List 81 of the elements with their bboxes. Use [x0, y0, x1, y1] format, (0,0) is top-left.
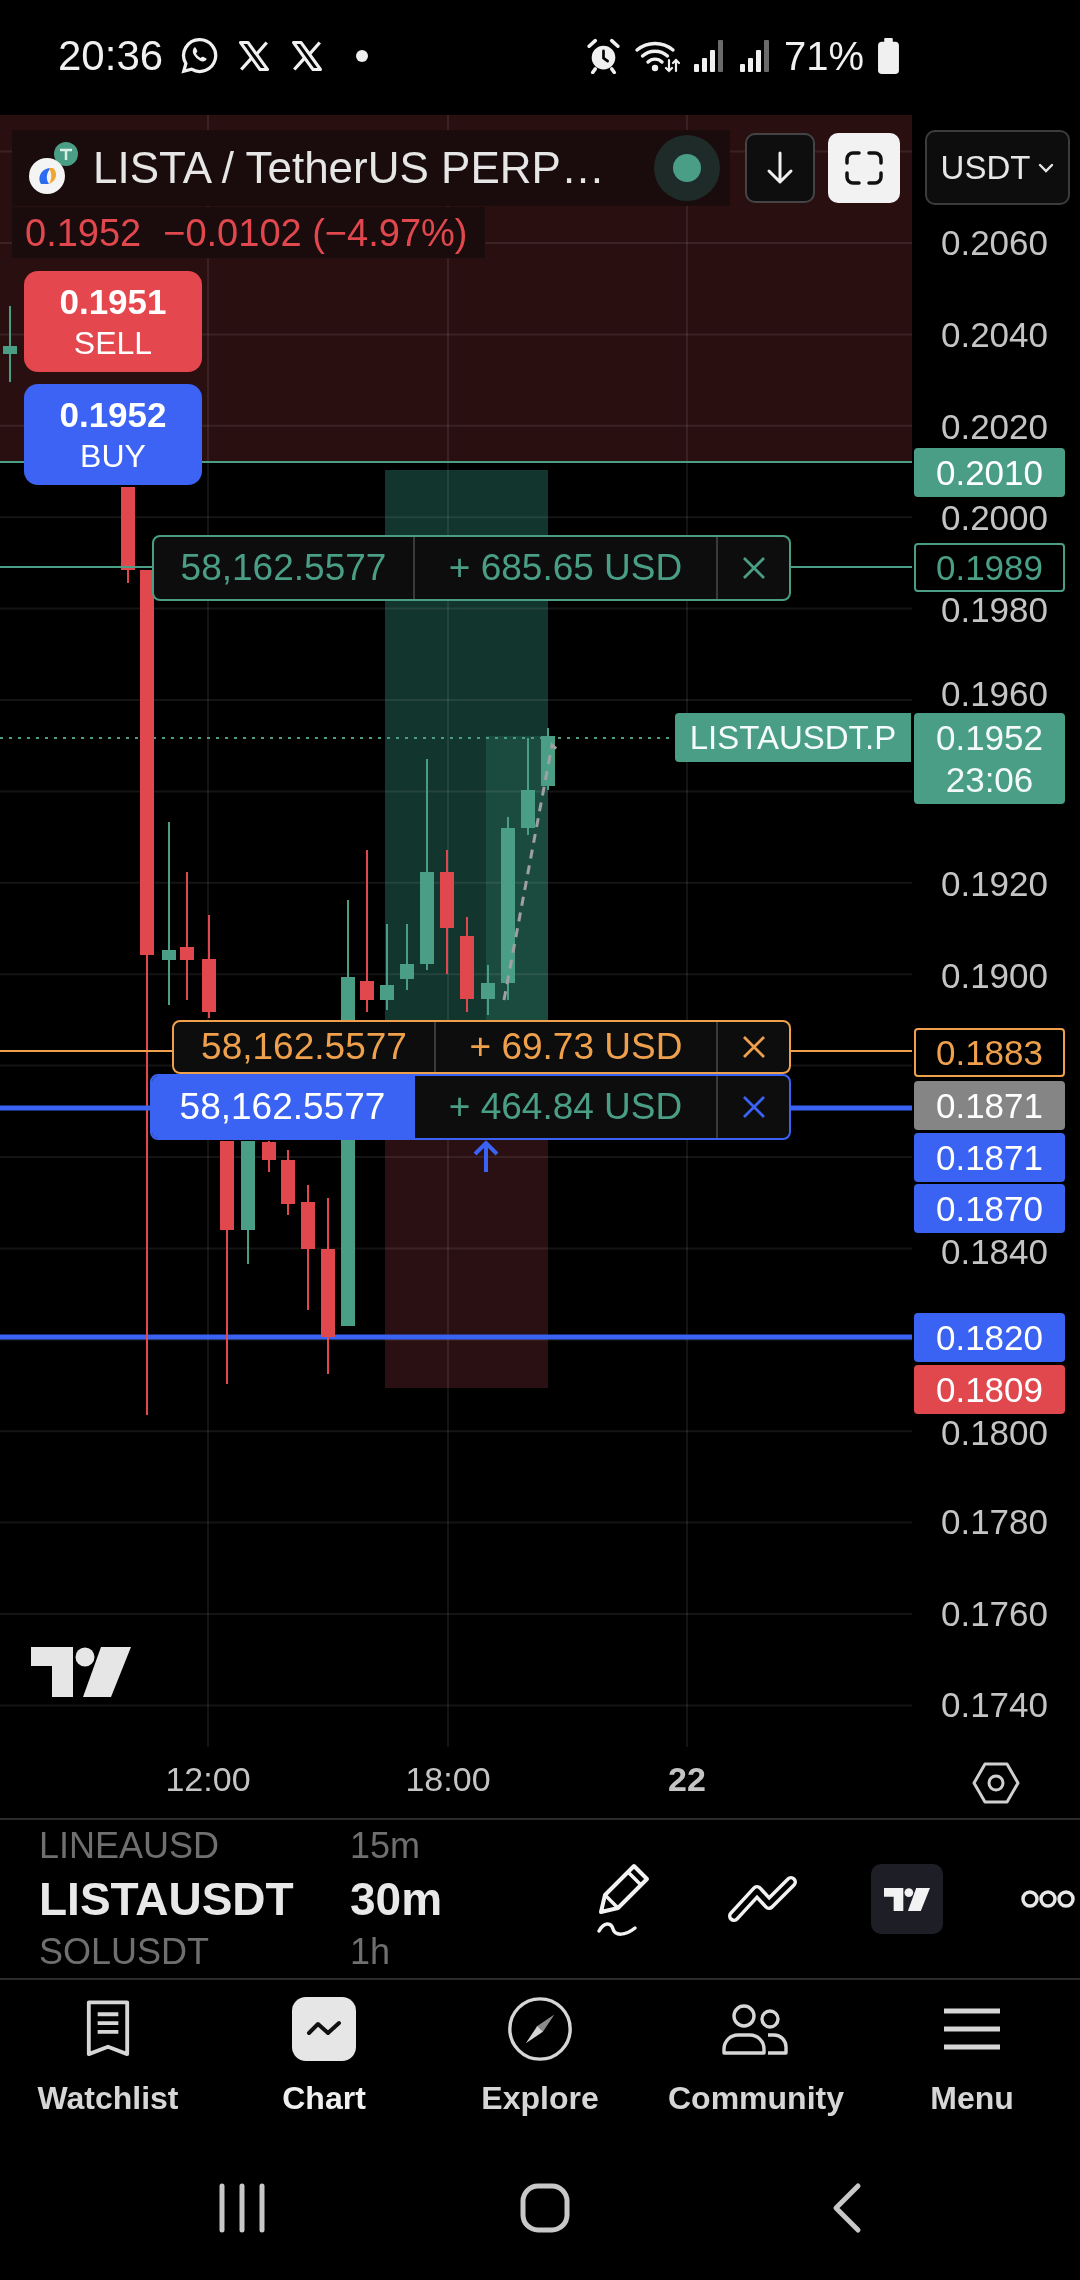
logo-icon	[884, 1887, 930, 1911]
price-tick-label: 0.1920	[940, 866, 1048, 902]
price-tick-label: 0.1800	[940, 1415, 1048, 1451]
arrow-down-icon	[765, 151, 795, 185]
price-tick-label: 0.2020	[940, 409, 1048, 445]
price-tag: 0.1871	[914, 1133, 1065, 1182]
bearish-candle	[281, 1150, 295, 1215]
battery-percent: 71%	[783, 32, 864, 80]
logo-button[interactable]	[871, 1864, 943, 1934]
last-price: 0.1952	[25, 210, 142, 255]
status-time: 20:36	[58, 31, 164, 80]
battery-icon	[876, 36, 901, 75]
order-label[interactable]: 58,162.5577 + 69.73 USD	[172, 1020, 791, 1074]
coin-logo-icon	[27, 140, 81, 196]
time-tick-label: 22	[668, 1759, 706, 1799]
dot-icon	[356, 49, 369, 62]
symbol-price-label: LISTAUSDT.P	[675, 713, 911, 762]
fullscreen-icon	[844, 150, 884, 186]
time-tick-label: 12:00	[165, 1759, 251, 1799]
time-tick-label: 18:00	[405, 1759, 491, 1799]
nav-tab[interactable]: Watchlist	[0, 1980, 216, 2148]
order-pnl: + 464.84 USD	[447, 1085, 684, 1129]
symbol-row[interactable]: SOLUSDT 1h	[39, 1931, 572, 1973]
alarm-clock-icon	[584, 37, 622, 74]
order-label[interactable]: 58,162.5577 + 685.65 USD	[152, 535, 791, 601]
zigzag-line-icon[interactable]	[727, 1873, 799, 1925]
bullish-candle	[400, 924, 414, 990]
price-tick-label: 0.2060	[940, 225, 1048, 261]
status-dot-icon[interactable]	[654, 135, 720, 201]
nav-tab[interactable]: Explore	[432, 1980, 648, 2148]
menu-icon	[942, 2006, 1002, 2052]
price-tag: 0.1820	[914, 1313, 1065, 1362]
order-quantity: 58,162.5577	[152, 1076, 415, 1138]
price-tick-label: 0.1780	[940, 1504, 1048, 1540]
countdown-label: 23:06	[945, 758, 1034, 801]
price-tick-label: 0.1740	[940, 1687, 1048, 1723]
price-tag: 0.1809	[914, 1365, 1065, 1414]
price-tick-label: 0.1980	[940, 592, 1048, 628]
chat-bubble-icon	[180, 36, 220, 75]
price-change: −0.0102 (−4.97%)	[163, 210, 468, 255]
more-icon[interactable]	[1021, 1889, 1076, 1909]
signal-icon	[737, 37, 772, 74]
nav-tab[interactable]: Menu	[864, 1980, 1080, 2148]
price-tick-label: 0.1760	[940, 1596, 1048, 1632]
order-label[interactable]: 58,162.5577 + 464.84 USD	[150, 1074, 791, 1140]
order-quantity: 58,162.5577	[174, 1022, 436, 1072]
settings-icon[interactable]	[972, 1760, 1020, 1805]
symbol-row[interactable]: LINEAUSD 15m	[39, 1825, 572, 1867]
logo-icon	[31, 1647, 131, 1697]
price-tick-label: 0.1960	[940, 676, 1048, 712]
symbol-title: LISTA / TetherUS PERP…	[93, 142, 605, 194]
order-quantity: 58,162.5577	[154, 537, 415, 599]
sell-button[interactable]: 0.1951 SELL	[24, 271, 202, 372]
currency-dropdown[interactable]: USDT	[925, 130, 1070, 205]
chevron-down-icon	[1038, 162, 1055, 173]
buy-button[interactable]: 0.1952 BUY	[24, 384, 202, 485]
down-arrow-button[interactable]	[745, 133, 815, 203]
price-tick-label: 0.1840	[940, 1234, 1048, 1270]
nav-tab[interactable]: Community	[648, 1980, 864, 2148]
symbol-row[interactable]: LISTAUSDT 30m	[39, 1867, 572, 1931]
order-pnl: + 69.73 USD	[468, 1025, 684, 1069]
price-tag: 0.1871	[914, 1081, 1065, 1130]
price-tag: 0.1870	[914, 1184, 1065, 1233]
price-tag: 0.2010	[914, 448, 1065, 497]
bullish-candle	[481, 965, 495, 1015]
price-tick-label: 0.1900	[940, 958, 1048, 994]
signal-icon	[691, 37, 726, 74]
up-arrow-icon	[473, 1140, 499, 1172]
price-tick-label: 0.2000	[940, 500, 1048, 536]
price-tag: 0.1989	[914, 543, 1065, 592]
bearish-candle	[262, 1141, 276, 1172]
bullish-candle	[541, 728, 555, 790]
order-pnl: + 685.65 USD	[447, 546, 684, 590]
symbol-bar[interactable]: LISTA / TetherUS PERP…	[12, 130, 730, 206]
last-price-label: 0.1952	[935, 716, 1044, 759]
chart-icon	[292, 1997, 356, 2061]
price-tick-label: 0.2040	[940, 317, 1048, 353]
nav-tab[interactable]: Chart	[216, 1980, 432, 2148]
fullscreen-button[interactable]	[828, 133, 900, 203]
price-tag: 0.1883	[914, 1028, 1065, 1077]
compass-icon	[507, 1996, 573, 2062]
